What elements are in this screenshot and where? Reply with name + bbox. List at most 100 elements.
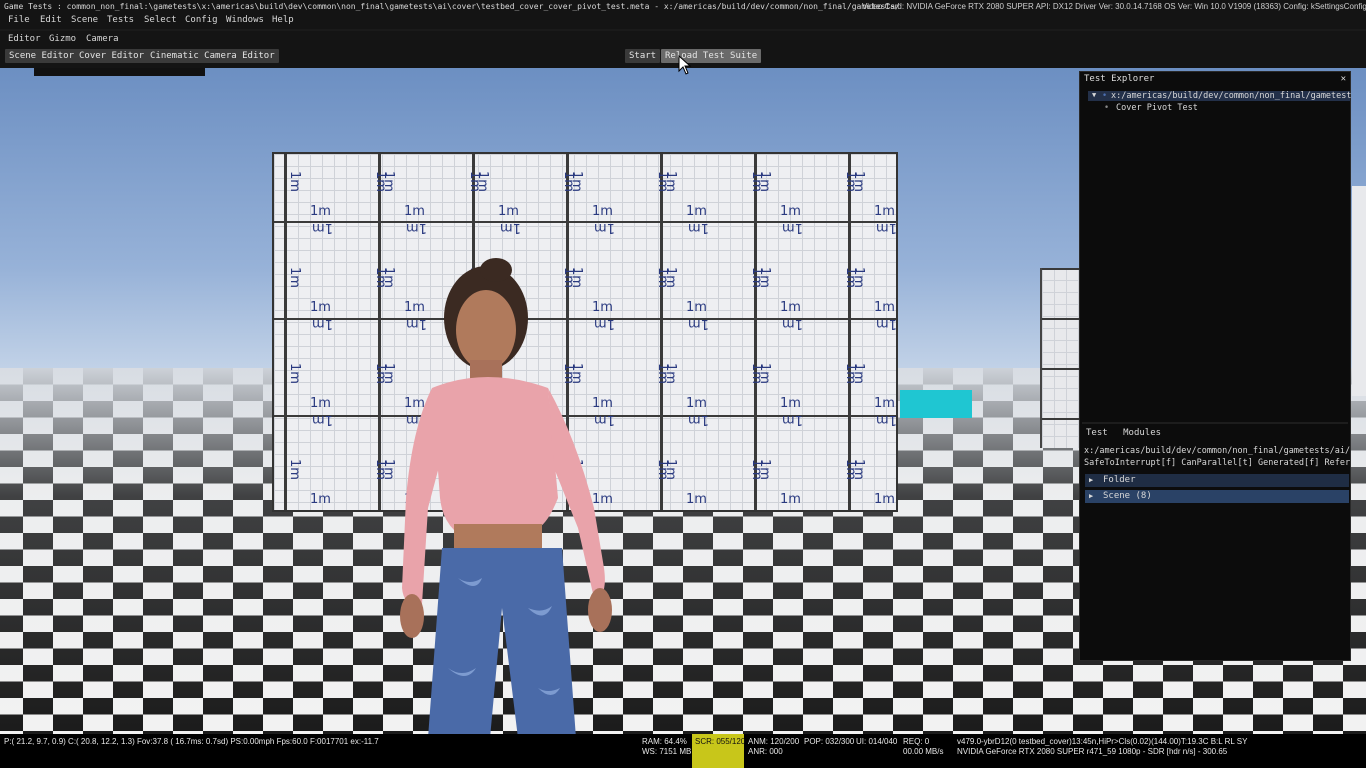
window-title: Game Tests : common_non_final:\gametests… [4, 2, 900, 11]
wall-texture-label: 1m [780, 492, 801, 507]
wall-texture-label: 1m [780, 204, 801, 219]
mode-camera[interactable]: Camera [86, 34, 119, 44]
wall-texture-label: 1m [286, 171, 302, 192]
wall-texture-label: 1m [756, 459, 772, 480]
tree-child-bullet-icon: • [1104, 103, 1110, 113]
wall-texture-label: 1m [310, 492, 331, 507]
wall-texture-label: 1m [380, 267, 396, 288]
wall-texture-label: 1m [876, 412, 897, 427]
character-model [400, 258, 612, 734]
wall-texture-label: 1m [500, 220, 521, 235]
wall-texture-label: 1m [286, 459, 302, 480]
anm-count: ANM: 120/200 [748, 737, 800, 746]
menu-scene[interactable]: Scene [71, 15, 98, 25]
anr-count: ANR: 000 [748, 747, 783, 756]
ram-usage: RAM: 64.4% [642, 737, 687, 746]
wall-texture-label: 1m [686, 492, 707, 507]
wall-texture-label: 1m [850, 171, 866, 192]
window-title-bar: Game Tests : common_non_final:\gametests… [0, 0, 1366, 13]
distant-wall [1040, 268, 1082, 448]
menu-file[interactable]: File [8, 15, 30, 25]
menu-select[interactable]: Select [144, 15, 177, 25]
wall-texture-label: 1m [874, 300, 895, 315]
menu-tests[interactable]: Tests [107, 15, 134, 25]
test-path: x:/americas/build/dev/common/non_final/g… [1084, 446, 1350, 456]
wall-texture-label: 1m [312, 220, 333, 235]
wall-texture-label: 1m [286, 363, 302, 384]
wall-texture-label: 1m [782, 412, 803, 427]
wall-texture-label: 1m [874, 492, 895, 507]
wall-texture-label: 1m [782, 220, 803, 235]
wall-texture-label: 1m [404, 204, 425, 219]
expand-arrow-icon: ▶ [1089, 492, 1094, 500]
scene-editor-button[interactable]: Scene Editor [5, 49, 79, 63]
menu-windows[interactable]: Windows [226, 15, 264, 25]
wall-texture-label: 1m [406, 220, 427, 235]
tab-modules[interactable]: Modules [1123, 428, 1161, 438]
wall-texture-label: 1m [592, 204, 613, 219]
build-info: v479.0-ybrD12(0 testbed_cover)13:45n,HiP… [957, 737, 1248, 746]
cover-editor-button[interactable]: Cover Editor [75, 49, 149, 63]
editor-mode-bar: Editor Gizmo Camera [0, 31, 1366, 48]
wall-texture-label: 1m [310, 396, 331, 411]
req-count: REQ: 0 [903, 737, 930, 746]
gpu-info: NVIDIA GeForce RTX 2080 SUPER r471_59 10… [957, 747, 1228, 756]
overlay-strip [34, 68, 205, 76]
ui-count: UI: 014/040 [856, 737, 898, 746]
cinematic-camera-editor-button[interactable]: Cinematic Camera Editor [146, 49, 279, 63]
io-rate: 00.00 MB/s [903, 747, 944, 756]
wall-texture-label: 1m [568, 171, 584, 192]
wall-texture-label: 1m [662, 267, 678, 288]
wall-texture-label: 1m [474, 171, 490, 192]
wall-texture-label: 1m [850, 267, 866, 288]
menu-edit[interactable]: Edit [40, 15, 62, 25]
wall-texture-label: 1m [662, 363, 678, 384]
ws-usage: WS: 7151 MB [642, 747, 692, 756]
panel-divider[interactable] [1082, 422, 1348, 424]
wall-texture-label: 1m [688, 316, 709, 331]
reload-test-suite-button[interactable]: Reload Test Suite [661, 49, 762, 63]
wall-texture-label: 1m [782, 316, 803, 331]
wall-texture-label: 1m [756, 267, 772, 288]
edge-wall [1352, 186, 1366, 396]
wall-texture-label: 1m [310, 204, 331, 219]
tree-node-folder[interactable]: ▶ Folder [1085, 474, 1349, 487]
wall-texture-label: 1m [310, 300, 331, 315]
tree-bullet-icon: • [1102, 91, 1108, 101]
wall-texture-label: 1m [286, 267, 302, 288]
test-explorer-title: Test Explorer [1084, 74, 1155, 84]
expand-arrow-icon: ▶ [1089, 476, 1094, 484]
expand-triangle-icon[interactable]: ▼ [1092, 91, 1102, 99]
wall-texture-label: 1m [850, 459, 866, 480]
wall-texture-label: 1m [876, 316, 897, 331]
debug-status-bar: P:( 21.2, 9.7, 0.9) C:( 20.8, 12.2, 1.3)… [0, 734, 1366, 768]
wall-texture-label: 1m [662, 171, 678, 192]
mode-editor[interactable]: Editor [8, 34, 41, 44]
wall-texture-label: 1m [876, 220, 897, 235]
menu-help[interactable]: Help [272, 15, 294, 25]
camera-stats: P:( 21.2, 9.7, 0.9) C:( 20.8, 12.2, 1.3)… [4, 737, 379, 746]
mode-gizmo[interactable]: Gizmo [49, 34, 76, 44]
wall-texture-label: 1m [380, 363, 396, 384]
menu-bar: File Edit Scene Tests Select Config Wind… [0, 13, 1366, 29]
tree-root-path[interactable]: x:/americas/build/dev/common/non_final/g… [1111, 91, 1351, 101]
wall-texture-label: 1m [688, 412, 709, 427]
wall-texture-label: 1m [850, 363, 866, 384]
wall-texture-label: 1m [686, 204, 707, 219]
test-explorer-header: Test Explorer ✕ [1080, 72, 1350, 86]
tab-test[interactable]: Test [1086, 428, 1108, 438]
wall-texture-label: 1m [780, 396, 801, 411]
wall-texture-label: 1m [380, 171, 396, 192]
wall-texture-label: 1m [312, 316, 333, 331]
wall-texture-label: 1m [380, 459, 396, 480]
scr-count: SCR: 055/120 [695, 737, 746, 746]
wall-texture-label: 1m [756, 363, 772, 384]
menu-config[interactable]: Config [185, 15, 218, 25]
explorer-tabs: Test Modules [1086, 428, 1171, 438]
cover-marker [900, 390, 972, 418]
start-button[interactable]: Start [625, 49, 661, 63]
wall-texture-label: 1m [688, 220, 709, 235]
tree-node-scene[interactable]: ▶ Scene (8) [1085, 490, 1349, 503]
close-icon[interactable]: ✕ [1341, 72, 1346, 86]
tree-item-cover-pivot-test[interactable]: Cover Pivot Test [1116, 103, 1198, 113]
